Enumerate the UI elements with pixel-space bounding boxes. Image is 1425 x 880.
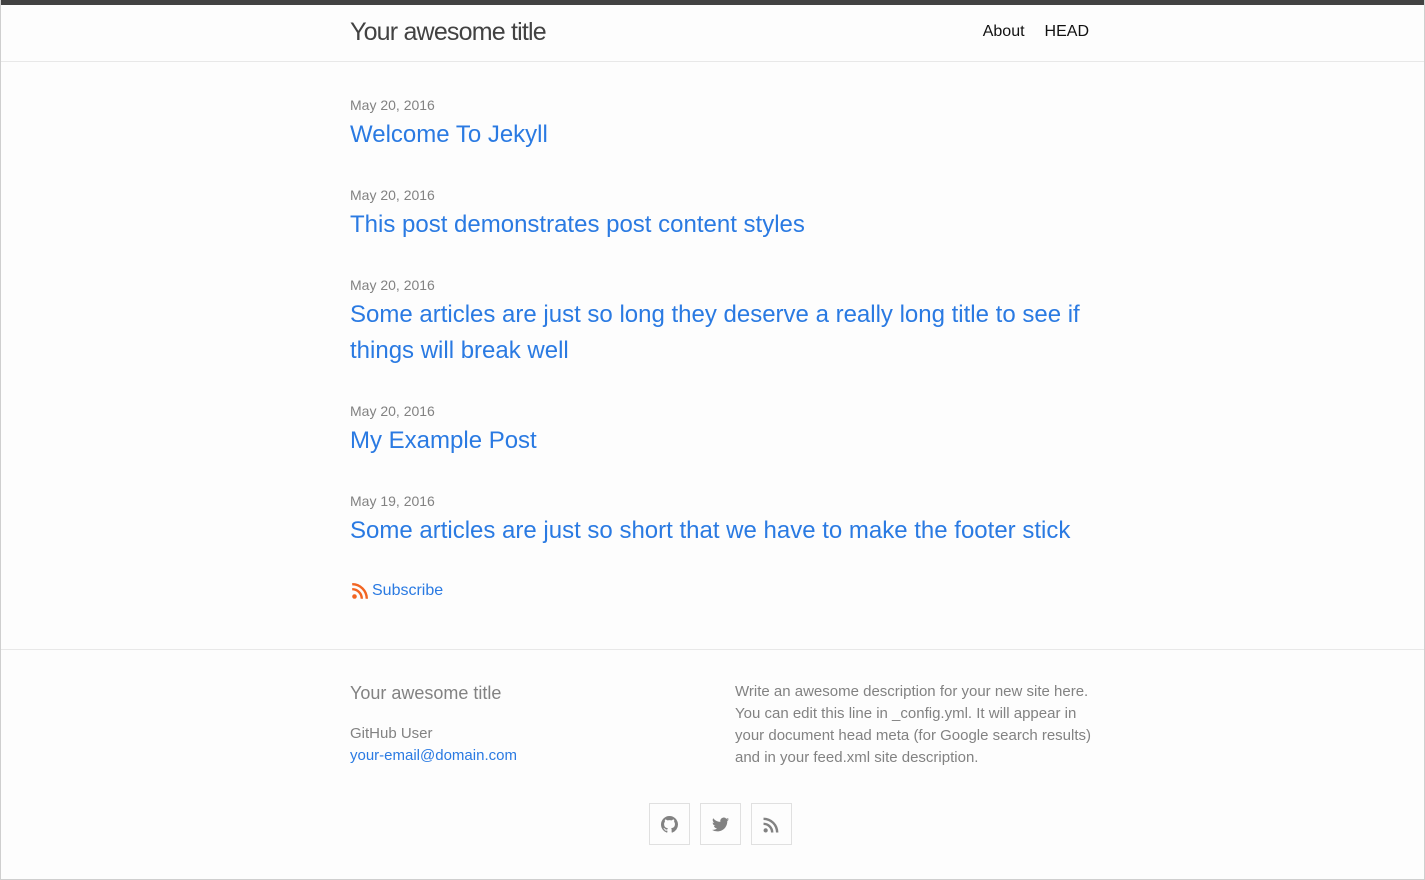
post-item: May 20, 2016 My Example Post	[350, 401, 1090, 459]
footer-contact: GitHub User your-email@domain.com	[350, 723, 517, 767]
twitter-icon	[712, 817, 729, 831]
post-title-link[interactable]: My Example Post	[350, 423, 1090, 459]
rss-icon	[763, 817, 779, 832]
post-title-link[interactable]: Some articles are just so long they dese…	[350, 297, 1090, 369]
post-title-link[interactable]: Some articles are just so short that we …	[350, 513, 1090, 549]
footer-heading: Your awesome title	[350, 683, 502, 703]
footer-author: GitHub User	[350, 725, 433, 742]
site-footer: Your awesome title GitHub User your-emai…	[1, 649, 1424, 880]
rss-icon	[350, 581, 370, 601]
github-link[interactable]	[649, 803, 690, 845]
site-nav: About HEAD	[983, 23, 1089, 41]
footer-description: Write an awesome description for your ne…	[735, 683, 1092, 766]
post-item: May 20, 2016 This post demonstrates post…	[350, 185, 1090, 243]
subscribe-link[interactable]: Subscribe	[350, 581, 443, 601]
nav-head-link[interactable]: HEAD	[1045, 23, 1089, 41]
post-item: May 20, 2016 Some articles are just so l…	[350, 275, 1090, 369]
footer-email-link[interactable]: your-email@domain.com	[350, 745, 517, 767]
site-header: Your awesome title About HEAD	[1, 5, 1424, 62]
post-date: May 20, 2016	[350, 97, 435, 113]
post-item: May 19, 2016 Some articles are just so s…	[350, 491, 1090, 549]
github-icon	[661, 815, 678, 833]
post-item: May 20, 2016 Welcome To Jekyll	[350, 95, 1090, 153]
social-links	[649, 803, 792, 845]
subscribe-label: Subscribe	[372, 582, 444, 599]
nav-about-link[interactable]: About	[983, 23, 1025, 41]
post-date: May 20, 2016	[350, 187, 435, 203]
post-date: May 20, 2016	[350, 277, 435, 293]
page: Your awesome title About HEAD May 20, 20…	[0, 0, 1425, 880]
site-title-link[interactable]: Your awesome title	[350, 18, 547, 47]
post-title-link[interactable]: This post demonstrates post content styl…	[350, 207, 1090, 243]
post-date: May 19, 2016	[350, 493, 435, 509]
rss-feed-link[interactable]	[751, 803, 792, 845]
post-title-link[interactable]: Welcome To Jekyll	[350, 117, 1090, 153]
twitter-link[interactable]	[700, 803, 741, 845]
post-date: May 20, 2016	[350, 403, 435, 419]
